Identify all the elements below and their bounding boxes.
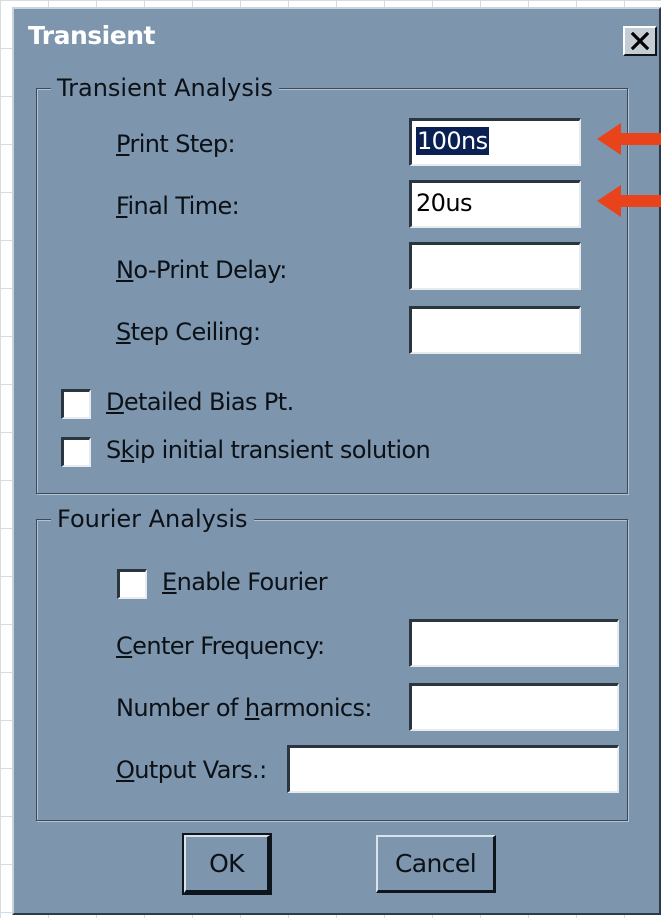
final-time-input[interactable]: 20us [409, 180, 581, 228]
step-ceiling-label: Step Ceiling: [116, 318, 261, 346]
print-step-label: Print Step: [116, 130, 236, 158]
dialog-title: Transient [28, 21, 155, 50]
output-vars-label: Output Vars.: [116, 756, 267, 784]
center-frequency-input[interactable] [409, 619, 619, 667]
no-print-delay-label: No-Print Delay: [116, 256, 287, 284]
cancel-button[interactable]: Cancel [376, 835, 496, 893]
arrow-left-icon [597, 185, 661, 217]
ok-button[interactable]: OK [182, 833, 272, 895]
skip-initial-label[interactable]: Skip initial transient solution [106, 433, 431, 467]
detailed-bias-label[interactable]: Detailed Bias Pt. [106, 385, 294, 419]
no-print-delay-input[interactable] [409, 242, 581, 290]
fourier-analysis-group: Fourier Analysis Enable Fourier Center F… [36, 502, 628, 821]
skip-initial-checkbox[interactable] [61, 437, 91, 467]
step-ceiling-input[interactable] [409, 306, 581, 354]
enable-fourier-label[interactable]: Enable Fourier [162, 565, 328, 599]
detailed-bias-checkbox[interactable] [61, 389, 91, 419]
title-bar[interactable]: Transient [14, 9, 659, 65]
close-icon [630, 32, 650, 50]
fourier-analysis-legend: Fourier Analysis [51, 502, 254, 536]
enable-fourier-checkbox[interactable] [117, 569, 147, 599]
transient-analysis-group: Transient Analysis Print Step: 100ns Fin… [36, 71, 628, 494]
output-vars-input[interactable] [287, 745, 619, 793]
print-step-input[interactable]: 100ns [409, 118, 581, 166]
arrow-left-icon [597, 123, 661, 155]
transient-analysis-legend: Transient Analysis [51, 71, 279, 105]
close-button[interactable] [623, 26, 657, 56]
num-harmonics-input[interactable] [409, 683, 619, 731]
num-harmonics-label: Number of harmonics: [116, 694, 373, 722]
final-time-label: Final Time: [116, 192, 240, 220]
transient-dialog: Transient Transient Analysis Print Step:… [12, 7, 661, 915]
center-frequency-label: Center Frequency: [116, 632, 325, 660]
